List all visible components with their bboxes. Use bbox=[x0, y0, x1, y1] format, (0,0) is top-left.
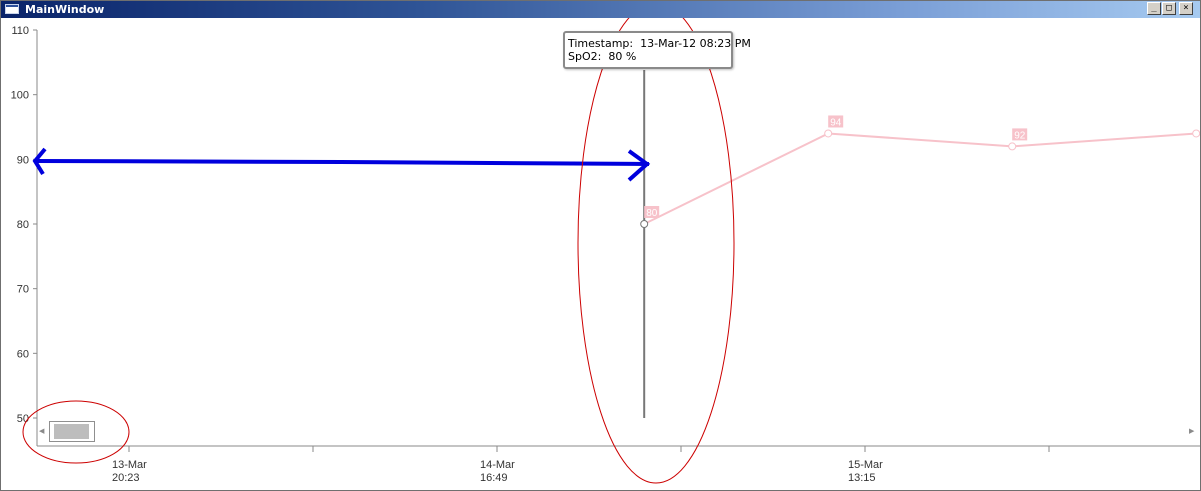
close-button[interactable]: × bbox=[1179, 2, 1193, 15]
annotation-ellipse-cursor bbox=[577, 18, 735, 484]
tooltip-timestamp: Timestamp: 13-Mar-12 08:23 PM bbox=[568, 37, 751, 50]
data-point bbox=[640, 220, 649, 228]
annotation-arrow bbox=[34, 159, 650, 166]
data-point bbox=[1008, 142, 1017, 151]
tooltip-spo2: SpO2: 80 % bbox=[568, 50, 637, 63]
x-tick-label-date: 13-Mar bbox=[112, 459, 147, 471]
scroll-right-icon[interactable]: ▶ bbox=[1189, 427, 1194, 435]
y-tick-label: 80 bbox=[17, 219, 29, 231]
title-bar[interactable]: MainWindow _ □ × bbox=[1, 1, 1200, 18]
y-tick-label: 60 bbox=[17, 348, 29, 360]
x-tick-label-date: 14-Mar bbox=[480, 459, 515, 471]
main-window: MainWindow _ □ × 50 60 70 80 90 100 110 13-Mar 2… bbox=[0, 0, 1201, 491]
data-point bbox=[824, 129, 833, 138]
x-tick-label-time: 20:23 bbox=[112, 472, 140, 484]
window-title: MainWindow bbox=[25, 3, 105, 16]
window-icon bbox=[5, 4, 19, 14]
data-label: 80 bbox=[646, 208, 658, 219]
y-tick-label: 70 bbox=[17, 284, 29, 296]
timeline-scroll-thumb[interactable] bbox=[49, 421, 95, 442]
data-label: 92 bbox=[1014, 130, 1026, 141]
y-tick-label: 110 bbox=[11, 25, 29, 37]
scroll-left-icon[interactable]: ◀ bbox=[39, 427, 44, 435]
data-point bbox=[1192, 129, 1200, 138]
data-tooltip: Timestamp: 13-Mar-12 08:23 PM SpO2: 80 % bbox=[563, 31, 751, 69]
y-tick-label: 100 bbox=[11, 90, 29, 102]
data-label: 94 bbox=[830, 117, 842, 128]
x-tick-label-time: 16:49 bbox=[480, 472, 508, 484]
x-tick-label-time: 13:15 bbox=[848, 472, 876, 484]
minimize-button[interactable]: _ bbox=[1147, 2, 1161, 15]
x-tick-label-date: 15-Mar bbox=[848, 459, 883, 471]
spo2-chart[interactable]: 506070809010011013-Mar20:2314-Mar16:4915… bbox=[1, 18, 1200, 490]
maximize-button[interactable]: □ bbox=[1162, 2, 1176, 15]
y-tick-label: 90 bbox=[17, 154, 29, 166]
